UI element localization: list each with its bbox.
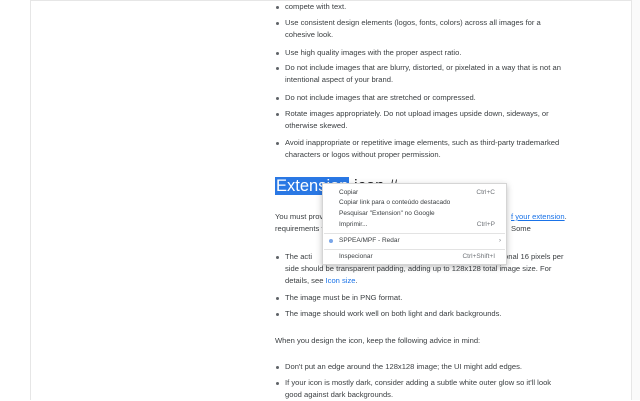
list-item-text: The image must be in PNG format. [285, 293, 403, 302]
menu-item-extension[interactable]: SPPEA/MPF - Redar › [323, 236, 506, 246]
menu-item-label: Pesquisar "Extension" no Google [339, 210, 435, 217]
paragraph-text: You must prov [275, 212, 324, 221]
list-item-text: Don't put an edge around the 128x128 ima… [285, 362, 523, 371]
list-item: Do not include images that are stretched… [276, 92, 575, 104]
menu-item-shortcut: Ctrl+C [476, 189, 495, 196]
menu-item-inspect[interactable]: Inspecionar Ctrl+Shift+I [323, 252, 506, 262]
menu-item-label: Copiar [339, 189, 359, 196]
left-rail [0, 0, 31, 400]
list-item-text: details, see [285, 276, 326, 285]
right-scrollbar[interactable] [631, 0, 640, 400]
list-item: Avoid inappropriate or repetitive image … [276, 137, 575, 161]
list-item: Use high quality images with the proper … [276, 47, 575, 59]
list-item: Don't put an edge around the 128x128 ima… [276, 361, 575, 373]
list-item-text: onal 16 pixels per [504, 252, 564, 261]
list-item-text: compete with text. [285, 2, 347, 11]
menu-separator [324, 249, 505, 250]
your-extension-link[interactable]: f your extension [511, 212, 565, 221]
list-item-text: otherwise skewed. [285, 121, 348, 130]
menu-item-search-google[interactable]: Pesquisar "Extension" no Google [323, 209, 506, 219]
list-item-text: If your icon is mostly dark, consider ad… [285, 378, 552, 387]
list-item-text: Avoid inappropriate or repetitive image … [285, 138, 560, 147]
menu-item-label: Inspecionar [339, 253, 373, 260]
list-item-text: Use consistent design elements (logos, f… [285, 18, 541, 27]
list-item-text: The acti [285, 252, 313, 261]
paragraph: When you design the icon, keep the follo… [275, 335, 575, 347]
chevron-right-icon: › [499, 238, 501, 244]
list-item: The image should work well on both light… [276, 308, 575, 320]
list-item: Rotate images appropriately. Do not uplo… [276, 108, 575, 132]
menu-item-copy-link-highlight[interactable]: Copiar link para o conteúdo destacado [323, 198, 506, 208]
list-item-text: The image should work well on both light… [285, 309, 502, 318]
menu-item-label: SPPEA/MPF - Redar [339, 237, 400, 244]
menu-item-print[interactable]: Imprimir... Ctrl+P [323, 220, 506, 230]
context-menu: Copiar Ctrl+C Copiar link para o conteúd… [322, 183, 507, 265]
list-item-text: . [355, 276, 358, 285]
menu-item-shortcut: Ctrl+Shift+I [462, 253, 495, 260]
list-item-text: cohesive look. [285, 30, 334, 39]
list-item-text: Do not include images that are blurry, d… [285, 63, 561, 72]
menu-item-label: Copiar link para o conteúdo destacado [339, 199, 451, 206]
list-item: Do not include images that are blurry, d… [276, 62, 575, 86]
list-item-text: intentional aspect of your brand. [285, 75, 394, 84]
list-item: Use consistent design elements (logos, f… [276, 17, 575, 41]
menu-item-label: Imprimir... [339, 221, 368, 228]
menu-item-copy[interactable]: Copiar Ctrl+C [323, 188, 506, 198]
list-item: The image must be in PNG format. [276, 292, 575, 304]
paragraph-text: When you design the icon, keep the follo… [275, 336, 481, 345]
list-item-text: characters or logos without proper permi… [285, 150, 441, 159]
list-item: If your icon is mostly dark, consider ad… [276, 377, 575, 401]
list-item-text: Do not include images that are stretched… [285, 93, 476, 102]
menu-separator [324, 233, 505, 234]
list-item-text: Use high quality images with the proper … [285, 48, 462, 57]
list-item-text: Rotate images appropriately. Do not uplo… [285, 109, 549, 118]
menu-item-shortcut: Ctrl+P [476, 221, 495, 228]
list-item-text: good against dark backgrounds. [285, 390, 394, 399]
icon-size-link[interactable]: Icon size [326, 276, 356, 285]
list-item: compete with text. [276, 1, 575, 13]
extension-icon [329, 239, 333, 243]
